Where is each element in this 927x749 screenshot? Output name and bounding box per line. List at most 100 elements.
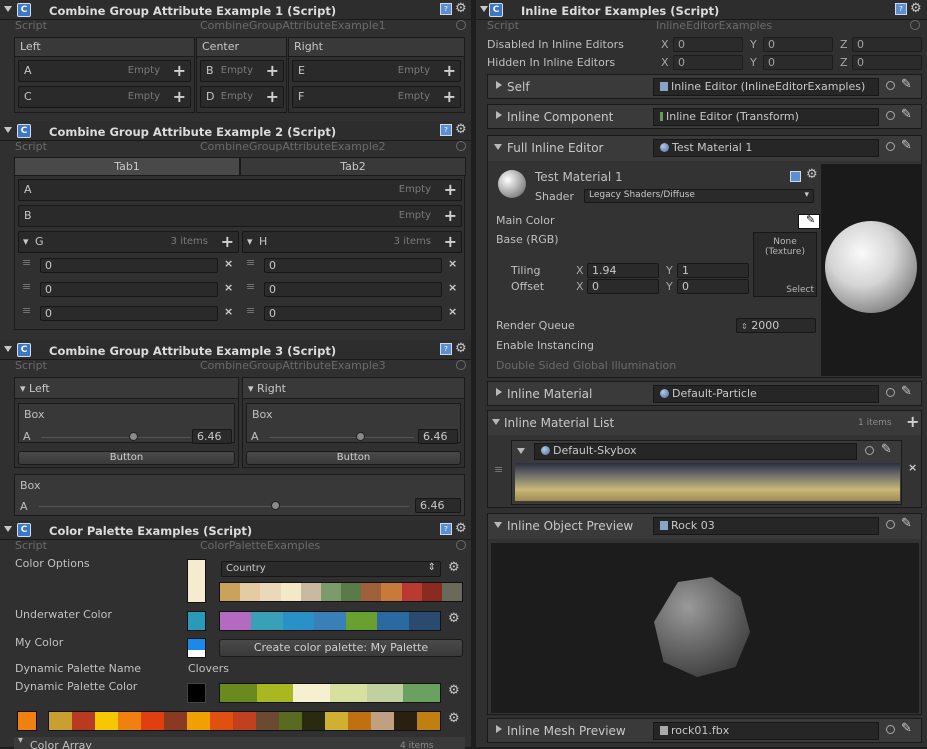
vector-z[interactable]: 0	[852, 55, 922, 70]
gear-icon[interactable]: ⚙	[910, 1, 922, 16]
remove-icon[interactable]: ×	[224, 281, 233, 294]
object-field[interactable]: Inline Editor (Transform)	[653, 108, 879, 126]
script-object-field[interactable]: CombineGroupAttributeExample3	[200, 359, 386, 372]
component-header-ex2[interactable]: C Combine Group Attribute Example 2 (Scr…	[0, 121, 471, 141]
object-picker-icon[interactable]	[865, 446, 874, 455]
gear-icon[interactable]: ⚙	[455, 521, 467, 536]
palette-swatch[interactable]	[341, 583, 362, 601]
slider-value-field[interactable]: 6.46	[192, 429, 232, 444]
drag-handle-icon[interactable]: ≡	[494, 463, 503, 476]
add-icon[interactable]: +	[444, 232, 457, 251]
pen-icon[interactable]: ✎	[901, 107, 912, 122]
object-picker-icon[interactable]	[886, 520, 895, 529]
section-header[interactable]: Full Inline Editor Test Material 1 ✎	[488, 136, 921, 161]
palette-swatch[interactable]	[371, 712, 394, 730]
help-book-icon[interactable]	[790, 171, 801, 182]
palette-swatch[interactable]	[210, 712, 233, 730]
palette-swatch[interactable]	[164, 712, 187, 730]
script-object-field[interactable]: CombineGroupAttributeExample1	[200, 19, 386, 32]
slider-track[interactable]	[269, 437, 414, 438]
help-book-icon[interactable]: ?	[440, 523, 452, 535]
foldout-arrow-icon[interactable]	[496, 81, 502, 89]
gear-icon[interactable]: ⚙	[448, 560, 460, 575]
vector-y[interactable]: 0	[763, 55, 833, 70]
drag-handle-icon[interactable]: ≡	[22, 280, 31, 293]
color-options-swatch[interactable]	[187, 559, 206, 603]
offset-x[interactable]: 0	[587, 279, 659, 294]
foldout-arrow-icon[interactable]: ▾	[247, 235, 253, 248]
list-g-header[interactable]: ▾ G 3 items +	[18, 231, 239, 253]
slider-value-field[interactable]: 6.46	[418, 429, 458, 444]
object-field[interactable]: Inline Editor (InlineEditorExamples)	[653, 78, 879, 96]
underwater-palette[interactable]	[219, 611, 441, 631]
foldout-arrow-icon[interactable]	[496, 111, 502, 119]
add-icon[interactable]: +	[443, 87, 456, 106]
foldout-arrow-icon[interactable]	[517, 448, 525, 454]
int-field[interactable]: 0	[264, 282, 442, 297]
slider-track[interactable]	[39, 506, 409, 507]
gear-icon[interactable]: ⚙	[455, 341, 467, 356]
int-field[interactable]: 0	[264, 306, 442, 321]
palette-swatch[interactable]	[377, 612, 409, 630]
pen-icon[interactable]: ✎	[901, 77, 912, 92]
component-header-ex1[interactable]: C Combine Group Attribute Example 1 (Scr…	[0, 0, 471, 20]
tab-tab2[interactable]: Tab2	[240, 157, 466, 176]
drag-handle-icon[interactable]: ≡	[22, 304, 31, 317]
help-book-icon[interactable]: ?	[895, 3, 907, 15]
foldout-arrow-icon[interactable]	[4, 127, 12, 133]
palette-swatch[interactable]	[256, 712, 279, 730]
slider-thumb[interactable]	[271, 501, 280, 510]
dyn-color-swatch[interactable]	[187, 683, 206, 703]
pen-icon[interactable]: ✎	[901, 138, 912, 153]
instancing-label[interactable]: Enable Instancing	[496, 339, 594, 352]
button[interactable]: Button	[246, 451, 461, 465]
pen-icon[interactable]: ✎	[901, 384, 912, 399]
field-f[interactable]: F Empty +	[292, 86, 461, 108]
script-object-field[interactable]: CombineGroupAttributeExample2	[200, 140, 386, 153]
object-picker-icon[interactable]	[886, 388, 895, 397]
palette-swatch[interactable]	[95, 712, 118, 730]
object-picker-icon[interactable]	[456, 360, 466, 370]
drag-handle-icon[interactable]: ≡	[22, 256, 31, 269]
palette-swatch[interactable]	[220, 583, 241, 601]
script-object-field[interactable]: InlineEditorExamples	[656, 19, 772, 32]
drag-handle-icon[interactable]: ≡	[246, 280, 255, 293]
add-icon[interactable]: +	[266, 61, 279, 80]
foldout-arrow-icon[interactable]: ▾	[20, 382, 26, 395]
list-header[interactable]: Inline Material List 1 items +	[488, 411, 921, 435]
tiling-x[interactable]: 1.94	[587, 263, 659, 278]
array-palette[interactable]	[48, 711, 441, 731]
vector-x[interactable]: 0	[673, 37, 743, 52]
remove-icon[interactable]: ×	[224, 305, 233, 318]
palette-swatch[interactable]	[72, 712, 95, 730]
object-picker-icon[interactable]	[886, 142, 895, 151]
palette-swatch[interactable]	[441, 583, 463, 601]
object-picker-icon[interactable]	[456, 20, 466, 30]
remove-icon[interactable]: ×	[448, 305, 457, 318]
object-picker-icon[interactable]	[886, 111, 895, 120]
foldout-arrow-icon[interactable]: ▾	[23, 235, 29, 248]
int-field[interactable]: 0	[40, 258, 218, 273]
palette-swatch[interactable]	[251, 612, 283, 630]
palette-swatch[interactable]	[302, 712, 325, 730]
palette-swatch[interactable]	[381, 583, 402, 601]
section-inline-component[interactable]: Inline Component Inline Editor (Transfor…	[487, 104, 922, 129]
field-b[interactable]: B Empty +	[200, 60, 284, 82]
tiling-y[interactable]: 1	[677, 263, 749, 278]
foldout-arrow-icon[interactable]: ▾	[248, 382, 254, 395]
gear-icon[interactable]: ⚙	[455, 1, 467, 16]
palette-swatch[interactable]	[403, 684, 441, 702]
pen-icon[interactable]: ✎	[881, 442, 892, 457]
tab-tab1[interactable]: Tab1	[14, 157, 240, 176]
palette-swatch[interactable]	[118, 712, 141, 730]
section-inline-material[interactable]: Inline Material Default-Particle ✎	[487, 381, 922, 406]
palette-swatch[interactable]	[300, 583, 321, 601]
palette-swatch[interactable]	[233, 712, 256, 730]
texture-select-button[interactable]: Select	[786, 285, 814, 295]
pen-icon[interactable]: ✎	[901, 516, 912, 531]
palette-swatch[interactable]	[421, 583, 442, 601]
object-field[interactable]: Default-Skybox	[534, 443, 857, 460]
foldout-arrow-icon[interactable]	[480, 6, 488, 12]
add-icon[interactable]: +	[173, 87, 186, 106]
foldout-arrow-icon[interactable]	[4, 526, 12, 532]
